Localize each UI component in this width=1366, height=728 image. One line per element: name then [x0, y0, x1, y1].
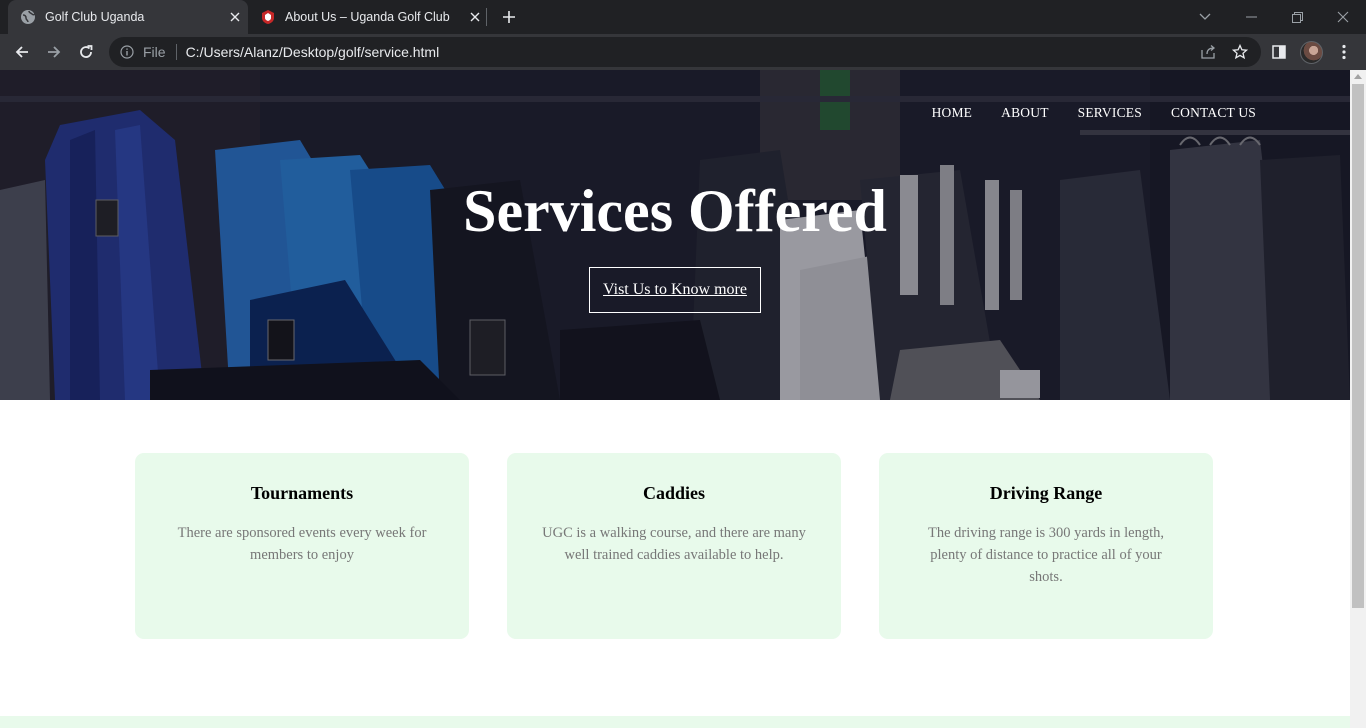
page-title: Services Offered [463, 178, 887, 244]
tab-title: Golf Club Uganda [45, 10, 145, 24]
scheme-label: File [143, 44, 166, 60]
footer-strip [0, 716, 1350, 728]
info-icon[interactable] [119, 44, 135, 60]
minimize-icon[interactable] [1228, 0, 1274, 34]
url-text[interactable]: C:/Users/Alanz/Desktop/golf/service.html [186, 44, 440, 60]
main-nav: HOME ABOUT SERVICES CONTACT US [932, 105, 1256, 121]
nav-home[interactable]: HOME [932, 105, 973, 121]
card-text: UGC is a walking course, and there are m… [542, 525, 806, 563]
card-title: Caddies [642, 483, 705, 503]
globe-icon [20, 9, 36, 25]
card-title: Tournaments [250, 483, 354, 503]
nav-contact-us[interactable]: CONTACT US [1171, 105, 1256, 121]
tab-title: About Us – Uganda Golf Club [285, 10, 450, 24]
menu-kebab-icon[interactable] [1332, 40, 1356, 64]
back-arrow-icon[interactable] [8, 38, 36, 66]
side-panel-icon[interactable] [1267, 40, 1291, 64]
nav-about[interactable]: ABOUT [1001, 105, 1049, 121]
forward-arrow-icon[interactable] [40, 38, 68, 66]
bookmark-star-icon[interactable] [1232, 44, 1248, 60]
tab-search-icon[interactable] [1182, 0, 1228, 34]
close-tab-icon[interactable] [462, 4, 488, 30]
address-bar[interactable]: File C:/Users/Alanz/Desktop/golf/service… [109, 37, 1261, 67]
service-card-driving-range: Driving Range The driving range is 300 y… [879, 453, 1213, 639]
service-card-tournaments: Tournaments There are sponsored events e… [135, 453, 469, 639]
tab-separator [486, 8, 487, 26]
tab-strip: Golf Club Uganda About Us – Uganda Golf … [0, 0, 1366, 34]
nav-services[interactable]: SERVICES [1078, 105, 1142, 121]
tab-golf-club-uganda[interactable]: Golf Club Uganda [8, 0, 248, 34]
visit-us-button[interactable]: Vist Us to Know more [589, 267, 761, 313]
golf-club-logo-icon [260, 9, 276, 25]
close-window-icon[interactable] [1320, 0, 1366, 34]
service-card-caddies: Caddies UGC is a walking course, and the… [507, 453, 841, 639]
hero-section: HOME ABOUT SERVICES CONTACT US Services … [0, 70, 1350, 400]
address-divider [175, 44, 177, 60]
services-cards: Tournaments There are sponsored events e… [135, 453, 1213, 639]
restore-icon[interactable] [1274, 0, 1320, 34]
page-viewport: HOME ABOUT SERVICES CONTACT US Services … [0, 70, 1350, 728]
card-title: Driving Range [989, 483, 1103, 503]
browser-toolbar: File C:/Users/Alanz/Desktop/golf/service… [0, 34, 1366, 70]
page-scrollbar[interactable] [1350, 70, 1366, 728]
tab-about-us[interactable]: About Us – Uganda Golf Club [248, 0, 488, 34]
scroll-up-arrow-icon[interactable] [1354, 74, 1362, 79]
share-icon[interactable] [1200, 44, 1216, 60]
scroll-thumb[interactable] [1352, 84, 1364, 608]
card-text: The driving range is 300 yards in length… [928, 525, 1164, 585]
card-text: There are sponsored events every week fo… [177, 525, 427, 563]
reload-icon[interactable] [72, 38, 100, 66]
close-tab-icon[interactable] [222, 4, 248, 30]
new-tab-icon[interactable] [497, 5, 521, 29]
profile-avatar[interactable] [1300, 41, 1323, 64]
